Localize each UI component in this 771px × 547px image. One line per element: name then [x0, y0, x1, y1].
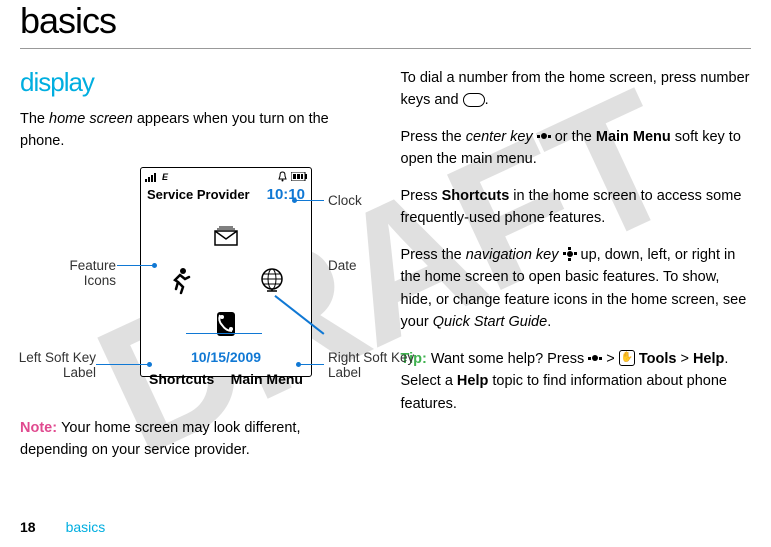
send-key-icon — [463, 93, 485, 107]
globe-icon — [254, 263, 290, 297]
para-center-key: Press the center key or the Main Menu so… — [401, 126, 752, 171]
text-fragment: > — [602, 351, 619, 367]
nav-key-em: navigation key — [466, 247, 559, 263]
left-softkey-label: Shortcuts — [149, 371, 214, 387]
text-fragment: Press the — [401, 247, 466, 263]
page-title: basics — [20, 0, 751, 49]
callout-right-softkey: Right Soft Key Label — [328, 350, 418, 381]
page-number: 18 — [20, 519, 36, 535]
signal-icon — [145, 171, 159, 182]
home-screen-diagram: E Service Provider 10:10 — [60, 167, 371, 397]
running-man-icon — [162, 263, 198, 297]
text-fragment: > — [676, 351, 693, 367]
help-strong-2: Help — [457, 373, 488, 389]
callout-clock: Clock — [328, 193, 362, 209]
note-text: Your home screen may look different, dep… — [20, 420, 300, 458]
text-fragment: . — [547, 314, 551, 330]
center-key-em: center key — [466, 129, 533, 145]
shortcuts-strong: Shortcuts — [442, 188, 510, 204]
text-fragment: The — [20, 111, 49, 127]
callout-feature-icons: Feature Icons — [34, 258, 116, 289]
contacts-icon — [208, 307, 244, 341]
para-navkey: Press the navigation key up, down, left,… — [401, 244, 752, 334]
main-menu-strong: Main Menu — [596, 129, 671, 145]
svg-text:E: E — [162, 172, 169, 182]
text-fragment: Press — [401, 188, 442, 204]
home-screen-em: home screen — [49, 111, 133, 127]
tools-hand-icon: ✋ — [619, 350, 635, 366]
callout-date: Date — [328, 258, 357, 274]
text-fragment: Want some help? Press — [431, 351, 588, 367]
center-key-icon — [588, 352, 602, 364]
para-dial: To dial a number from the home screen, p… — [401, 67, 752, 112]
callout-left-softkey: Left Soft Key Label — [16, 350, 96, 381]
phone-screen-frame: E Service Provider 10:10 — [140, 167, 312, 377]
edge-icon: E — [162, 171, 174, 182]
right-softkey-label: Main Menu — [231, 371, 303, 387]
battery-icon — [291, 172, 307, 181]
qsg-em: Quick Start Guide — [433, 314, 547, 330]
section-heading-display: display — [20, 67, 371, 98]
footer-section-label: basics — [66, 519, 106, 535]
text-fragment: Press the — [401, 129, 466, 145]
text-fragment: To dial a number from the home screen, p… — [401, 70, 750, 108]
service-provider-label: Service Provider — [147, 187, 250, 202]
status-bar: E — [141, 168, 311, 186]
feature-icon-grid — [141, 219, 311, 341]
center-key-icon — [537, 130, 551, 142]
para-shortcuts: Press Shortcuts in the home screen to ac… — [401, 185, 752, 230]
text-fragment: . — [485, 92, 489, 108]
date-value: 10/15/2009 — [141, 349, 311, 365]
help-strong: Help — [693, 351, 724, 367]
note-label: Note: — [20, 420, 61, 436]
intro-paragraph: The home screen appears when you turn on… — [20, 108, 371, 153]
envelope-icon — [208, 219, 244, 253]
note-paragraph: Note: Your home screen may look differen… — [20, 417, 371, 462]
bell-icon — [277, 171, 288, 182]
tools-strong: Tools — [635, 351, 677, 367]
text-fragment: or the — [551, 129, 596, 145]
tip-paragraph: Tip: Want some help? Press > ✋ Tools > H… — [401, 348, 752, 415]
page-footer: 18 basics — [20, 519, 105, 535]
navigation-key-icon — [563, 247, 577, 261]
